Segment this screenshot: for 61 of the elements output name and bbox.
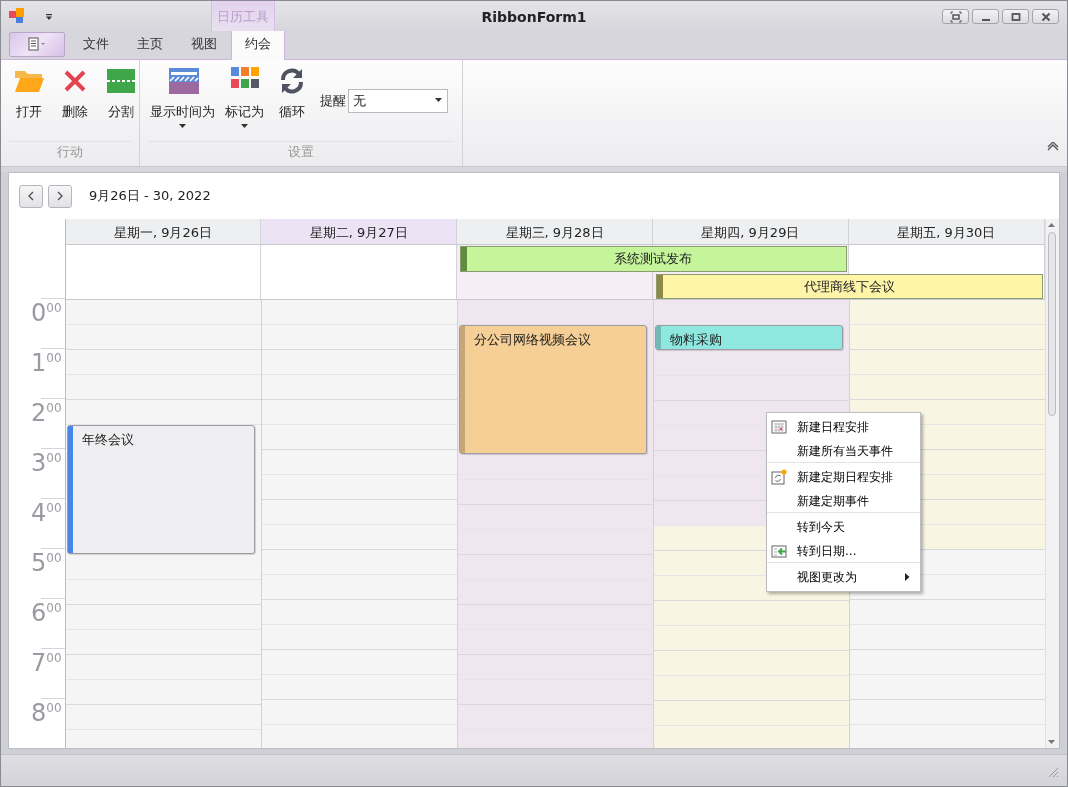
- context-tab-group: 日历工具: [211, 1, 275, 31]
- scroll-up-icon[interactable]: [1048, 222, 1057, 229]
- scrollbar-thumb[interactable]: [1048, 232, 1057, 417]
- minimize-icon: [981, 18, 990, 21]
- all-day-event[interactable]: 系统测试发布: [459, 246, 847, 272]
- event[interactable]: 分公司网络视频会议: [458, 325, 647, 455]
- menu-item[interactable]: 新建所有当天事件: [767, 439, 920, 464]
- collapse-icon[interactable]: [1047, 141, 1059, 152]
- menu-item[interactable]: 新建定期日程安排: [767, 465, 920, 490]
- day-header: 星期五, 9月30日: [848, 219, 1045, 246]
- logo-icon: [9, 8, 25, 24]
- menu-item[interactable]: 视图更改为: [767, 565, 920, 590]
- ribbon-tab[interactable]: 视图: [177, 29, 231, 59]
- layout-icon: [949, 10, 962, 23]
- menu-item[interactable]: 新建日程安排: [767, 415, 920, 440]
- day-header: 星期二, 9月27日: [261, 219, 458, 246]
- layout-button[interactable]: [942, 9, 969, 24]
- close-button[interactable]: [1032, 9, 1059, 24]
- recurring-calendar-icon: [771, 469, 787, 486]
- menu-item[interactable]: 新建定期事件: [767, 489, 920, 514]
- reminder-label: 提醒: [320, 92, 346, 111]
- app-menu-button[interactable]: [9, 31, 65, 57]
- ribbon-tab[interactable]: 主页: [123, 29, 177, 59]
- close-icon: [1039, 10, 1052, 23]
- document-icon: [26, 37, 48, 52]
- maximize-icon: [1009, 10, 1022, 23]
- minimize-button[interactable]: [972, 9, 999, 24]
- delete-button[interactable]: 删除: [53, 64, 97, 122]
- reminder-dropdown[interactable]: 无: [348, 88, 448, 113]
- window-title: RibbonForm1: [481, 9, 587, 25]
- menu-item[interactable]: 转到日期...: [767, 539, 920, 564]
- chevron-right-icon: [56, 191, 64, 202]
- caret-icon: [240, 121, 249, 130]
- previous-button[interactable]: [19, 184, 43, 208]
- ribbon-button[interactable]: 打开: [7, 64, 51, 122]
- group-label: 设置: [148, 141, 454, 164]
- next-button[interactable]: [48, 184, 72, 208]
- scroll-down-icon[interactable]: [1048, 739, 1057, 746]
- chevron-left-icon: [27, 191, 35, 202]
- ribbon-button[interactable]: 分割: [99, 64, 143, 122]
- ribbon-button[interactable]: 循环: [270, 64, 314, 122]
- maximize-button[interactable]: [1002, 9, 1029, 24]
- event[interactable]: 物料采购: [654, 325, 843, 351]
- resize-grip-icon[interactable]: [1048, 767, 1059, 778]
- calendar-icon: [771, 419, 787, 436]
- day-header: 星期一, 9月26日: [65, 219, 262, 246]
- event[interactable]: 年终会议: [66, 425, 255, 555]
- menu-item[interactable]: 转到今天: [767, 515, 920, 540]
- ribbon-tab[interactable]: 约会: [231, 29, 285, 60]
- day-header: 星期四, 9月29日: [652, 219, 849, 246]
- ribbon-button[interactable]: 显示时间为: [146, 64, 219, 130]
- customize-icon[interactable]: [45, 13, 53, 21]
- ribbon-button[interactable]: 标记为: [221, 64, 268, 130]
- submenu-arrow-icon: [905, 573, 910, 582]
- date-range: 9月26日 - 30, 2022: [89, 187, 211, 206]
- caret-icon: [178, 121, 187, 130]
- caret-icon: [435, 98, 443, 104]
- day-header: 星期三, 9月28日: [457, 219, 653, 246]
- all-day-event[interactable]: 代理商线下会议: [655, 273, 1043, 300]
- ribbon-tab[interactable]: 文件: [69, 29, 123, 59]
- group-label: 行动: [9, 141, 131, 164]
